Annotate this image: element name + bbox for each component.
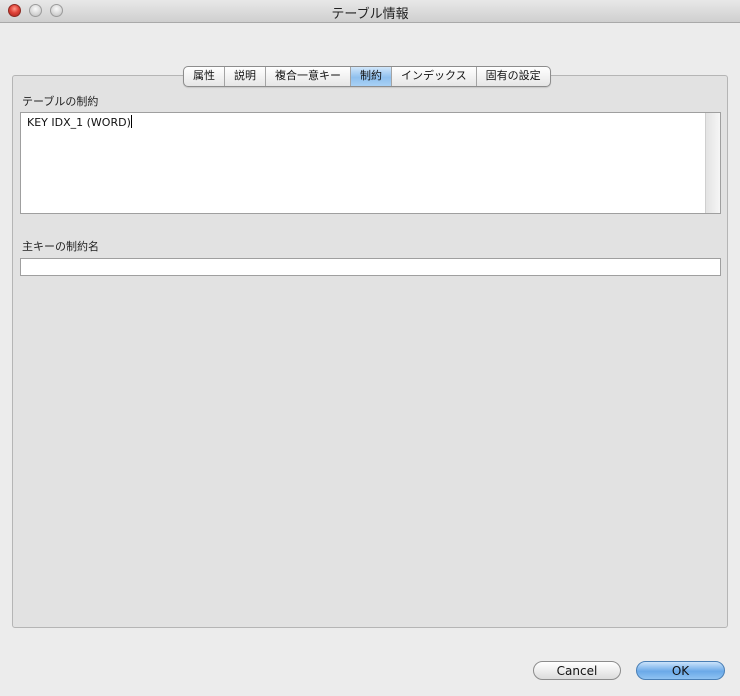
table-constraints-value: KEY IDX_1 (WORD) <box>27 115 132 129</box>
table-info-dialog: テーブル情報 属性 説明 複合一意キー 制約 インデックス 固有の設定 テーブル… <box>0 0 740 696</box>
tab-description[interactable]: 説明 <box>225 67 266 86</box>
primary-key-constraint-input[interactable] <box>20 258 721 276</box>
tab-constraints[interactable]: 制約 <box>351 67 392 86</box>
textarea-scrollbar[interactable] <box>705 113 720 213</box>
window-title: テーブル情報 <box>331 7 409 22</box>
title-bar[interactable]: テーブル情報 <box>0 0 740 23</box>
tab-index[interactable]: インデックス <box>392 67 477 86</box>
table-constraints-textarea[interactable]: KEY IDX_1 (WORD) <box>20 112 721 214</box>
text-caret <box>130 115 132 128</box>
tab-bar: 属性 説明 複合一意キー 制約 インデックス 固有の設定 <box>183 66 551 87</box>
tab-attributes[interactable]: 属性 <box>184 67 225 86</box>
primary-key-constraint-label: 主キーの制約名 <box>22 240 99 253</box>
ok-button[interactable]: OK <box>636 661 725 680</box>
table-constraints-label: テーブルの制約 <box>22 95 99 108</box>
tab-composite-unique-key[interactable]: 複合一意キー <box>266 67 351 86</box>
cancel-button[interactable]: Cancel <box>533 661 621 680</box>
tab-specific-settings[interactable]: 固有の設定 <box>477 67 550 86</box>
